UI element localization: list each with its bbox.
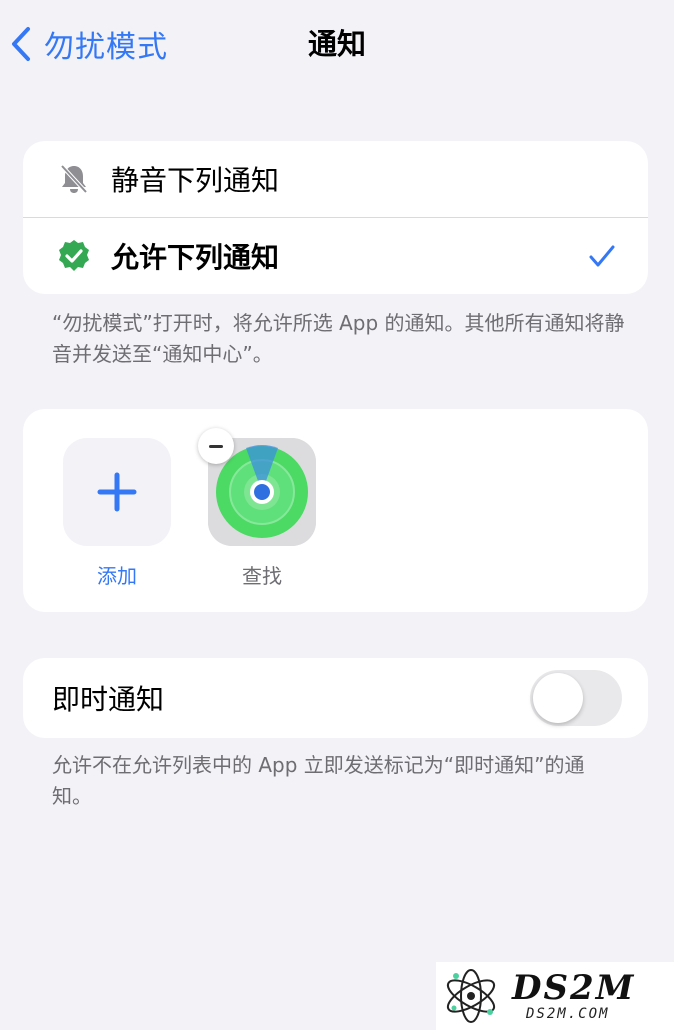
time-sensitive-label: 即时通知 <box>52 683 165 716</box>
watermark-url: DS2M.COM <box>526 1006 610 1022</box>
watermark-text: DS2M DS2M.COM <box>512 970 635 1022</box>
atom-logo-icon <box>446 969 496 1023</box>
watermark-title: DS2M <box>512 968 636 1008</box>
minus-icon <box>209 444 223 448</box>
allowed-apps-card: 添加 查找 <box>23 409 648 612</box>
mode-selection-card: 静音下列通知 允许下列通知 <box>23 141 648 294</box>
check-seal-icon <box>59 240 89 271</box>
option-label: 允许下列通知 <box>111 241 280 274</box>
add-app-button[interactable]: 添加 <box>63 438 171 589</box>
time-sensitive-row: 即时通知 <box>23 658 648 738</box>
mode-footnote: “勿扰模式”打开时，将允许所选 App 的通知。其他所有通知将静音并发送至“通知… <box>52 311 625 366</box>
page-title: 通知 <box>307 27 366 61</box>
add-tile <box>63 438 171 546</box>
toggle-knob <box>533 673 583 723</box>
time-sensitive-footnote: 允许不在允许列表中的 App 立即发送标记为“即时通知”的通知。 <box>52 753 585 808</box>
plus-icon <box>97 472 137 512</box>
watermark: DS2M DS2M.COM <box>436 962 674 1030</box>
navigation-bar: 勿扰模式 通知 <box>0 0 674 86</box>
time-sensitive-card: 即时通知 <box>23 658 648 738</box>
checkmark-icon <box>589 245 615 267</box>
bell-slash-icon <box>60 164 88 194</box>
time-sensitive-toggle[interactable] <box>530 670 622 726</box>
app-item-label: 查找 <box>242 564 282 588</box>
option-label: 静音下列通知 <box>111 164 280 197</box>
option-silence-notifications[interactable]: 静音下列通知 <box>23 141 648 217</box>
add-app-label: 添加 <box>97 564 137 588</box>
app-item-find-my[interactable]: 查找 <box>198 428 316 589</box>
remove-app-button[interactable] <box>198 428 234 464</box>
option-allow-notifications[interactable]: 允许下列通知 <box>23 218 648 294</box>
